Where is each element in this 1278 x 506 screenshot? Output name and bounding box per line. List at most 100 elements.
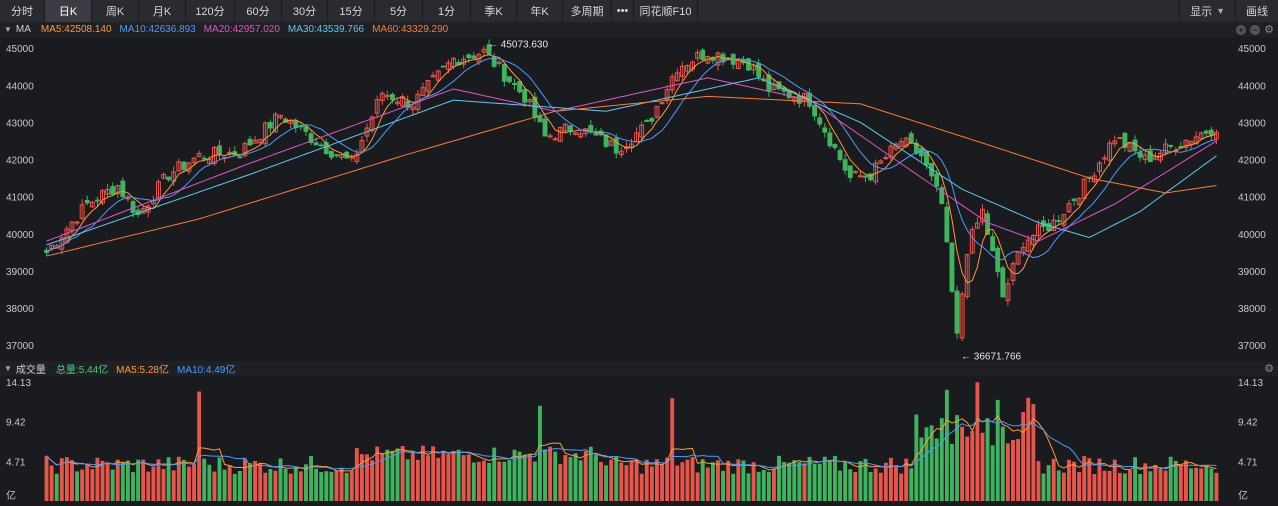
tab-8[interactable]: 5分 xyxy=(375,0,423,22)
volume-bar xyxy=(924,427,929,501)
tab-12[interactable]: 多周期 xyxy=(563,0,612,22)
collapse-triangle-icon[interactable]: ▼ xyxy=(4,25,12,34)
candle-body xyxy=(649,118,655,122)
y-tick-left: 41000 xyxy=(6,193,34,204)
tab-4[interactable]: 120分 xyxy=(186,0,235,22)
candle-body xyxy=(1000,267,1006,298)
remove-indicator-icon[interactable]: − xyxy=(1250,24,1260,35)
volume-bar xyxy=(685,459,690,501)
volume-bar xyxy=(314,468,319,501)
gear-icon[interactable]: ⚙ xyxy=(1264,363,1274,374)
candle-body xyxy=(217,145,222,156)
volume-bar xyxy=(476,461,481,501)
volume-bar xyxy=(197,391,202,501)
volume-bar xyxy=(141,459,146,501)
volume-bar xyxy=(278,458,283,501)
volume-bar xyxy=(578,460,583,501)
tab-14[interactable]: 同花顺F10 xyxy=(634,0,698,22)
ma5-line xyxy=(46,54,1217,284)
volume-bar xyxy=(1036,461,1041,501)
volume-bar xyxy=(1163,470,1168,501)
tab-5[interactable]: 60分 xyxy=(235,0,282,22)
volume-bar xyxy=(822,456,827,501)
volume-bar xyxy=(59,458,64,501)
collapse-triangle-icon[interactable]: ▼ xyxy=(4,364,12,373)
volume-bar xyxy=(273,470,278,501)
volume-bar xyxy=(726,460,731,501)
candle-body xyxy=(542,118,548,137)
volume-bar xyxy=(1194,467,1199,501)
draw-line-button[interactable]: 画线 xyxy=(1235,0,1278,22)
volume-bar xyxy=(756,471,761,501)
candlestick-chart: 45000 45000 44000 44000 43000 43000 42000 42000… xyxy=(6,39,1266,360)
volume-bar xyxy=(192,464,196,501)
volume-bar xyxy=(700,459,705,501)
display-menu-button[interactable]: 显示 ▼ xyxy=(1179,0,1235,22)
volume-bar xyxy=(777,455,781,501)
vol-y-tick-left: 14.13 xyxy=(6,378,31,389)
volume-bar xyxy=(1214,472,1219,501)
y-tick-right: 45000 xyxy=(1238,44,1266,55)
volume-bar xyxy=(471,462,476,501)
volume-bar xyxy=(787,462,792,501)
add-indicator-icon[interactable]: + xyxy=(1236,24,1246,35)
volume-bar xyxy=(604,465,608,501)
volume-bar xyxy=(1112,459,1117,501)
volume-bar xyxy=(665,457,670,501)
display-label: 显示 xyxy=(1190,6,1213,18)
volume-bar xyxy=(833,455,837,501)
candle-body xyxy=(166,176,172,181)
volume-bar xyxy=(390,450,395,501)
volume-bar xyxy=(268,469,273,501)
volume-bar xyxy=(212,471,217,501)
volume-bar xyxy=(1209,468,1214,501)
gear-icon[interactable]: ⚙ xyxy=(1264,24,1274,35)
ma-legend-items: MA5:42508.140 MA10:42636.893 MA20:42957.02… xyxy=(41,24,456,35)
tab-9[interactable]: 1分 xyxy=(423,0,471,22)
volume-bar xyxy=(766,471,771,501)
volume-bar xyxy=(716,460,720,501)
tab-7[interactable]: 15分 xyxy=(328,0,375,22)
y-tick-left: 37000 xyxy=(6,341,34,352)
ma-legend-item-3: MA30:43539.766 xyxy=(287,24,365,35)
tab-13[interactable]: ••• xyxy=(612,0,634,22)
candle-body xyxy=(293,120,299,128)
tab-11[interactable]: 年K xyxy=(517,0,563,22)
volume-bar xyxy=(436,457,441,501)
ma10-line xyxy=(46,57,1217,261)
candle-body xyxy=(1056,220,1062,223)
tab-2[interactable]: 周K xyxy=(92,0,139,22)
tab-6[interactable]: 30分 xyxy=(282,0,328,22)
candle-body xyxy=(227,151,233,154)
volume-bar xyxy=(415,459,420,501)
ma-legend-item-1: MA10:42636.893 xyxy=(119,24,196,35)
tab-1[interactable]: 日K xyxy=(45,0,92,22)
ma-legend-controls: + − ⚙ xyxy=(1236,22,1274,37)
volume-bar xyxy=(1072,461,1076,501)
tab-3[interactable]: 月K xyxy=(139,0,186,22)
vol-y-tick-right: 4.71 xyxy=(1238,457,1258,468)
volume-bar xyxy=(309,456,313,501)
volume-bar xyxy=(304,464,308,501)
tab-0[interactable]: 分时 xyxy=(0,0,45,22)
chevron-down-icon: ▼ xyxy=(1216,6,1225,16)
tab-10[interactable]: 季K xyxy=(471,0,517,22)
volume-bar xyxy=(1092,474,1097,501)
candle-body xyxy=(603,134,609,148)
vol-y-tick-right: 亿 xyxy=(1238,489,1248,502)
ma60-line xyxy=(46,95,1217,257)
volume-bar xyxy=(573,453,578,501)
volume-bar xyxy=(990,445,995,501)
volume-bar xyxy=(156,459,161,501)
volume-bar xyxy=(522,454,527,501)
ma-legend-title: MA xyxy=(15,24,31,35)
candle-body xyxy=(832,144,838,148)
volume-bar xyxy=(110,469,115,501)
volume-bar xyxy=(660,463,664,501)
volume-bar xyxy=(868,471,873,501)
volume-bar xyxy=(125,460,130,501)
volume-bar xyxy=(44,455,49,501)
candle-body xyxy=(812,104,818,117)
volume-bar xyxy=(1107,470,1112,501)
candle-body xyxy=(440,65,446,68)
